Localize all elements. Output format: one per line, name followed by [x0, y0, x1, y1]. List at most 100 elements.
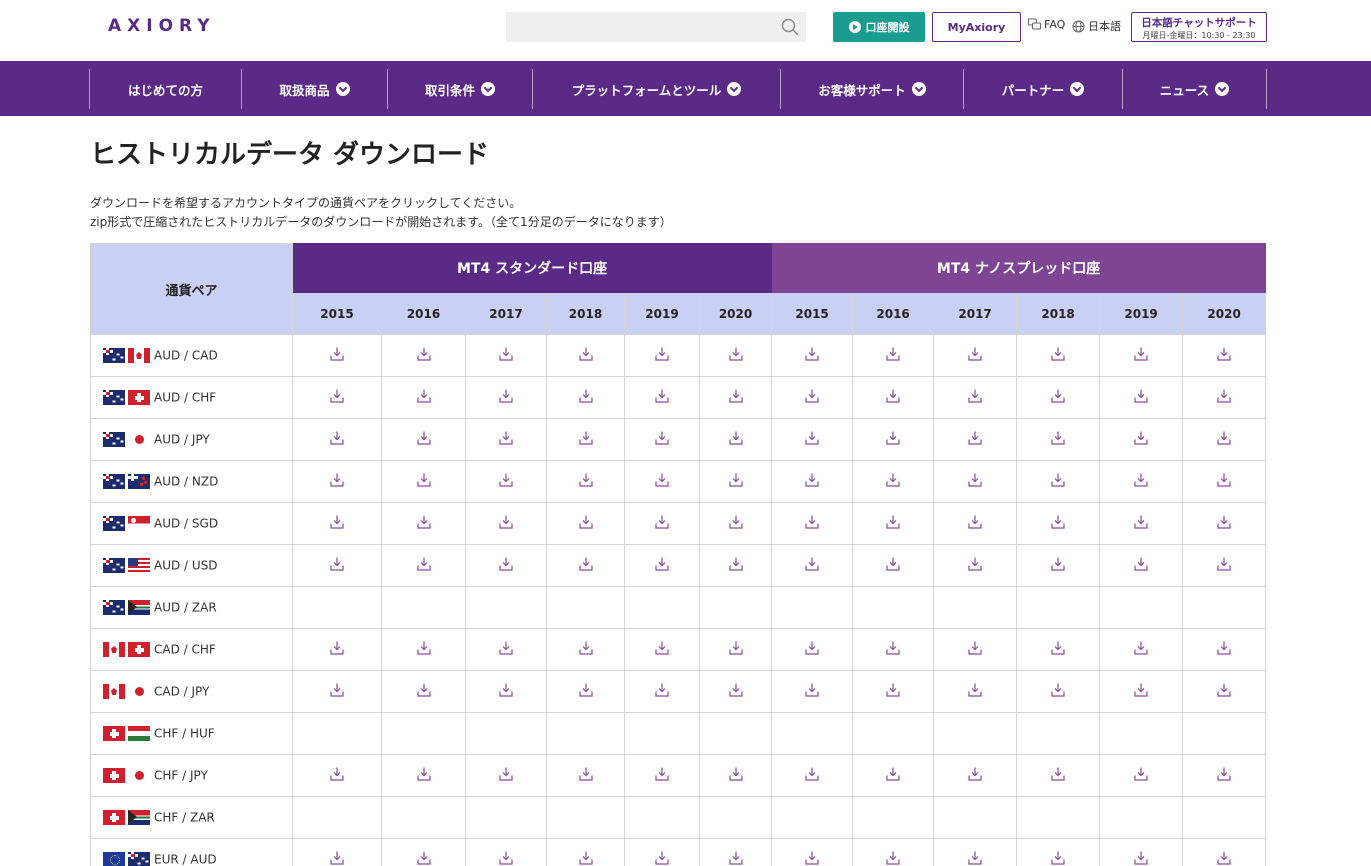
- download-icon[interactable]: [728, 640, 744, 656]
- download-icon[interactable]: [1133, 430, 1149, 446]
- download-cell[interactable]: [1182, 754, 1267, 797]
- download-cell[interactable]: [698, 754, 773, 797]
- nav-item-news[interactable]: ニュース: [1122, 69, 1267, 109]
- search-icon[interactable]: [780, 17, 800, 37]
- download-icon[interactable]: [1216, 388, 1232, 404]
- faq-link[interactable]: FAQ: [1028, 18, 1065, 31]
- download-icon[interactable]: [498, 556, 514, 572]
- download-cell[interactable]: [546, 838, 625, 866]
- download-cell[interactable]: [1182, 544, 1267, 587]
- download-cell[interactable]: [698, 376, 773, 419]
- download-icon[interactable]: [654, 388, 670, 404]
- download-cell[interactable]: [1182, 334, 1267, 377]
- download-cell[interactable]: [381, 544, 466, 587]
- download-icon[interactable]: [1216, 682, 1232, 698]
- download-cell[interactable]: [852, 460, 935, 503]
- download-cell[interactable]: [465, 418, 547, 461]
- download-cell[interactable]: [292, 628, 382, 671]
- download-icon[interactable]: [498, 850, 514, 866]
- download-icon[interactable]: [416, 472, 432, 488]
- download-icon[interactable]: [1133, 388, 1149, 404]
- download-cell[interactable]: [1016, 502, 1101, 545]
- nav-item-products[interactable]: 取扱商品: [241, 69, 387, 109]
- download-cell[interactable]: [933, 670, 1018, 713]
- download-cell[interactable]: [624, 502, 700, 545]
- nav-item-partners[interactable]: パートナー: [963, 69, 1122, 109]
- download-icon[interactable]: [1050, 388, 1066, 404]
- download-icon[interactable]: [885, 430, 901, 446]
- download-cell[interactable]: [1016, 418, 1101, 461]
- download-cell[interactable]: [465, 670, 547, 713]
- download-icon[interactable]: [1050, 430, 1066, 446]
- download-icon[interactable]: [1050, 346, 1066, 362]
- download-icon[interactable]: [885, 766, 901, 782]
- download-icon[interactable]: [728, 556, 744, 572]
- download-cell[interactable]: [1016, 460, 1101, 503]
- download-icon[interactable]: [654, 430, 670, 446]
- download-icon[interactable]: [578, 850, 594, 866]
- download-icon[interactable]: [1216, 430, 1232, 446]
- download-icon[interactable]: [1133, 472, 1149, 488]
- download-cell[interactable]: [1182, 502, 1267, 545]
- download-icon[interactable]: [885, 556, 901, 572]
- download-cell[interactable]: [292, 838, 382, 866]
- myaxiory-button[interactable]: MyAxiory: [932, 12, 1021, 42]
- download-icon[interactable]: [498, 682, 514, 698]
- download-icon[interactable]: [1133, 556, 1149, 572]
- download-icon[interactable]: [967, 850, 983, 866]
- download-cell[interactable]: [381, 418, 466, 461]
- download-cell[interactable]: [292, 754, 382, 797]
- download-icon[interactable]: [1050, 514, 1066, 530]
- download-icon[interactable]: [967, 556, 983, 572]
- download-icon[interactable]: [885, 388, 901, 404]
- download-icon[interactable]: [578, 388, 594, 404]
- download-cell[interactable]: [852, 334, 935, 377]
- download-icon[interactable]: [1216, 640, 1232, 656]
- download-cell[interactable]: [771, 544, 854, 587]
- download-cell[interactable]: [771, 670, 854, 713]
- nav-item-beginners[interactable]: はじめての方: [89, 69, 241, 109]
- download-icon[interactable]: [885, 850, 901, 866]
- download-cell[interactable]: [1099, 838, 1184, 866]
- download-cell[interactable]: [465, 460, 547, 503]
- download-icon[interactable]: [1050, 682, 1066, 698]
- download-icon[interactable]: [1133, 682, 1149, 698]
- download-cell[interactable]: [852, 754, 935, 797]
- download-cell[interactable]: [292, 418, 382, 461]
- download-icon[interactable]: [885, 514, 901, 530]
- download-cell[interactable]: [465, 754, 547, 797]
- download-cell[interactable]: [546, 754, 625, 797]
- download-cell[interactable]: [771, 838, 854, 866]
- download-cell[interactable]: [465, 544, 547, 587]
- download-icon[interactable]: [885, 472, 901, 488]
- download-icon[interactable]: [329, 766, 345, 782]
- search-input[interactable]: [506, 12, 776, 42]
- download-cell[interactable]: [624, 460, 700, 503]
- download-icon[interactable]: [329, 472, 345, 488]
- download-cell[interactable]: [1099, 334, 1184, 377]
- download-icon[interactable]: [1133, 640, 1149, 656]
- download-icon[interactable]: [578, 472, 594, 488]
- download-cell[interactable]: [771, 502, 854, 545]
- download-cell[interactable]: [624, 334, 700, 377]
- download-icon[interactable]: [1050, 850, 1066, 866]
- download-icon[interactable]: [885, 682, 901, 698]
- download-cell[interactable]: [546, 460, 625, 503]
- download-icon[interactable]: [804, 766, 820, 782]
- download-icon[interactable]: [329, 514, 345, 530]
- download-cell[interactable]: [624, 754, 700, 797]
- download-icon[interactable]: [728, 766, 744, 782]
- download-cell[interactable]: [546, 670, 625, 713]
- download-cell[interactable]: [698, 544, 773, 587]
- download-icon[interactable]: [804, 682, 820, 698]
- download-icon[interactable]: [728, 430, 744, 446]
- download-cell[interactable]: [292, 376, 382, 419]
- download-icon[interactable]: [804, 850, 820, 866]
- nav-item-conditions[interactable]: 取引条件: [387, 69, 532, 109]
- download-cell[interactable]: [1016, 544, 1101, 587]
- download-icon[interactable]: [578, 346, 594, 362]
- download-cell[interactable]: [465, 376, 547, 419]
- download-cell[interactable]: [1099, 754, 1184, 797]
- download-cell[interactable]: [852, 376, 935, 419]
- download-cell[interactable]: [381, 502, 466, 545]
